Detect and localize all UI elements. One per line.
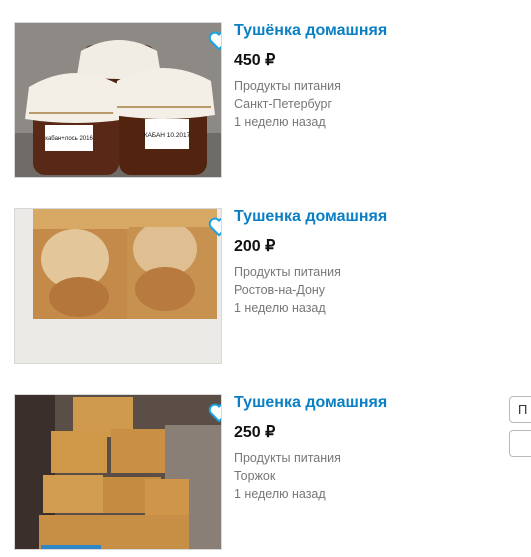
heart-icon[interactable] bbox=[208, 31, 222, 51]
jars-photo: кабан+лось 2016 КАБАН 10.2017 bbox=[15, 23, 221, 177]
listing-category: Продукты питания bbox=[234, 265, 341, 279]
listing-price: 250 ₽ bbox=[234, 424, 276, 441]
listing-price: 200 ₽ bbox=[234, 238, 276, 255]
listing-photo[interactable] bbox=[14, 208, 222, 364]
listing-category: Продукты питания bbox=[234, 79, 341, 93]
listing-posted: 1 неделю назад bbox=[234, 301, 326, 315]
listing-photo[interactable]: кабан+лось 2016 КАБАН 10.2017 bbox=[14, 22, 222, 178]
listing-card[interactable]: кабан+лось 2016 КАБАН 10.2017 Тушёнка до… bbox=[0, 22, 531, 182]
listing-title[interactable]: Тушенка домашняя bbox=[234, 208, 387, 226]
listing-photo[interactable] bbox=[14, 394, 222, 550]
heart-icon[interactable] bbox=[208, 217, 222, 237]
side-button-bottom[interactable] bbox=[509, 430, 531, 457]
listing-posted: 1 неделю назад bbox=[234, 115, 326, 129]
jars-photo bbox=[15, 395, 221, 549]
listing-price: 450 ₽ bbox=[234, 52, 276, 69]
listing-card[interactable]: Тушенка домашняя 250 ₽ Продукты питания … bbox=[0, 394, 531, 554]
listing-location: Ростов-на-Дону bbox=[234, 283, 326, 297]
jar-label-right: КАБАН 10.2017 bbox=[144, 132, 191, 139]
listing-posted: 1 неделю назад bbox=[234, 487, 326, 501]
jars-photo bbox=[15, 209, 221, 363]
listing-location: Санкт-Петербург bbox=[234, 97, 333, 111]
side-button-top[interactable]: П bbox=[509, 396, 531, 423]
listing-category: Продукты питания bbox=[234, 451, 341, 465]
heart-icon[interactable] bbox=[208, 403, 222, 423]
listing-title[interactable]: Тушенка домашняя bbox=[234, 394, 387, 412]
listing-title[interactable]: Тушёнка домашняя bbox=[234, 22, 387, 40]
jar-label-left: кабан+лось 2016 bbox=[45, 136, 93, 142]
listing-card[interactable]: Тушенка домашняя 200 ₽ Продукты питания … bbox=[0, 208, 531, 368]
listing-location: Торжок bbox=[234, 469, 276, 483]
